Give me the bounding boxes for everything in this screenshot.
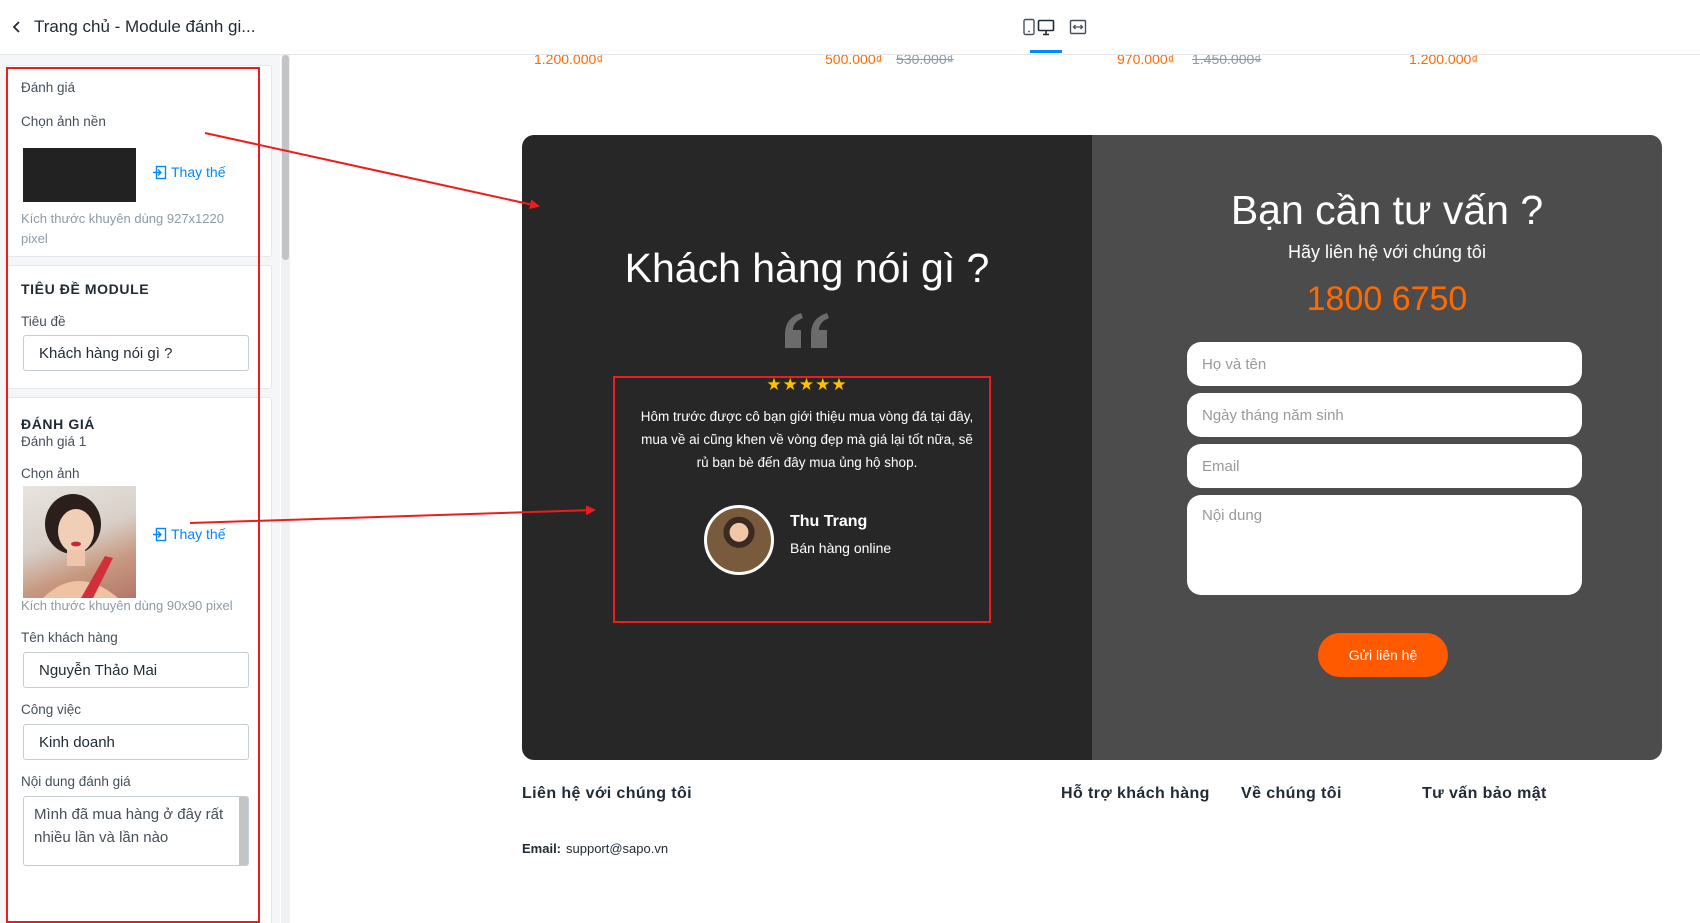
product-price: 500.000₫ (825, 55, 883, 67)
background-thumbnail[interactable] (23, 148, 136, 202)
testimonial-title: Khách hàng nói gì ? (624, 245, 990, 291)
review-card: ĐÁNH GIÁ Đánh giá 1 Chọn ảnh Thay thế Kí… (6, 397, 272, 923)
review-subtitle: Đánh giá 1 (21, 434, 87, 449)
footer-email-link[interactable]: support@sapo.vn (566, 841, 668, 856)
review-content-textarea[interactable]: Mình đã mua hàng ở đây rất nhiều lần và … (23, 796, 249, 866)
desktop-view-button[interactable] (1033, 14, 1059, 40)
review-heading: ĐÁNH GIÁ (21, 416, 96, 432)
module-title-card: TIÊU ĐỀ MODULE Tiêu đề Khách hàng nói gì… (6, 265, 272, 389)
hotline-number: 1800 6750 (1306, 280, 1468, 318)
customer-photo-icon (43, 494, 118, 598)
panel-scrollbar[interactable] (281, 55, 290, 923)
panel-scrollbar-thumb[interactable] (282, 55, 289, 260)
contact-section: Bạn cần tư vấn ? Hãy liên hệ với chúng t… (1092, 135, 1662, 760)
footer-contact-heading: Liên hệ với chúng tôi (522, 785, 693, 802)
review-content-label: Nội dung đánh giá (21, 774, 131, 789)
desktop-icon (1037, 19, 1055, 35)
testimonial-section: Khách hàng nói gì ? ★★★★★ Hôm trước được… (522, 135, 1092, 760)
contact-title: Bạn cần tư vấn ? (1230, 187, 1544, 233)
editor-panel: Trang chủ - Module đánh gi... Đánh giá C… (0, 0, 291, 923)
product-price: 1.200.000₫ (534, 55, 604, 67)
expand-width-icon (1069, 19, 1087, 35)
title-input[interactable]: Khách hàng nói gì ? (23, 335, 249, 371)
email-input[interactable]: Email (1187, 444, 1582, 488)
device-toolbar (290, 0, 1700, 55)
footer-email-label: Email: (522, 841, 562, 856)
job-input[interactable]: Kinh doanh (23, 724, 249, 760)
section-label: Đánh giá (21, 80, 76, 95)
back-button[interactable] (6, 16, 28, 38)
customer-job: Bán hàng online (790, 540, 892, 556)
customer-name: Thu Trang (790, 513, 868, 530)
background-card: Đánh giá Chọn ảnh nền Thay thế Kích thướ… (6, 65, 272, 257)
panel-title: Trang chủ - Module đánh gi... (34, 17, 256, 36)
customer-photo-thumbnail[interactable] (23, 486, 136, 598)
panel-header: Trang chủ - Module đánh gi... (0, 0, 290, 55)
dob-input[interactable]: Ngày tháng năm sinh (1187, 393, 1582, 437)
photo-size-hint: Kích thước khuyên dùng 90x90 pixel (21, 598, 233, 613)
quote-icon (785, 313, 829, 348)
fullscreen-view-button[interactable] (1065, 14, 1091, 40)
customer-name-input[interactable]: Nguyễn Thảo Mai (23, 652, 249, 688)
replace-icon (153, 165, 167, 179)
replace-photo-button[interactable]: Thay thế (152, 526, 225, 542)
title-field-label: Tiêu đề (21, 314, 66, 329)
background-size-hint: Kích thước khuyên dùng 927x1220 pixel (21, 211, 224, 246)
footer-privacy-heading: Tư vấn bảo mật (1422, 785, 1547, 802)
replace-background-button[interactable]: Thay thế (152, 164, 225, 180)
testimonial-module: Khách hàng nói gì ? ★★★★★ Hôm trước được… (522, 135, 1662, 760)
image-label: Chọn ảnh (21, 466, 80, 481)
textarea-scrollbar[interactable] (239, 797, 248, 865)
background-label: Chọn ảnh nền (21, 114, 106, 129)
review-item: ★★★★★ Hôm trước được cô bạn giới thiệu m… (612, 375, 1002, 620)
active-device-indicator (1030, 50, 1062, 53)
product-price: 970.000₫ (1117, 55, 1175, 67)
replace-icon (153, 527, 167, 541)
review-text: Hôm trước được cô bạn giới thiệu mua vòn… (640, 409, 974, 470)
contact-subtitle: Hãy liên hệ với chúng tôi (1288, 242, 1486, 262)
product-old-price: 530.000₫ (896, 55, 954, 67)
review-content-value: Mình đã mua hàng ở đây rất nhiều lần và … (34, 806, 224, 846)
name-input[interactable]: Họ và tên (1187, 342, 1582, 386)
preview-canvas: 1.200.000₫ 500.000₫ 530.000₫ 970.000₫ 1.… (290, 55, 1700, 923)
replace-label: Thay thế (171, 164, 226, 180)
message-textarea[interactable]: Nội dung (1187, 495, 1582, 595)
footer-about-heading: Về chúng tôi (1241, 785, 1342, 802)
replace-label: Thay thế (171, 526, 226, 542)
product-old-price: 1.450.000₫ (1192, 55, 1262, 67)
submit-contact-button[interactable]: Gửi liên hệ (1318, 633, 1448, 677)
customer-name-label: Tên khách hàng (21, 630, 118, 645)
chevron-left-icon (12, 21, 20, 33)
job-label: Công việc (21, 702, 82, 717)
customer-avatar (704, 505, 774, 575)
product-price: 1.200.000₫ (1409, 55, 1479, 67)
module-title-heading: TIÊU ĐỀ MODULE (21, 281, 150, 297)
footer-support-heading: Hỗ trợ khách hàng (1061, 785, 1210, 802)
rating-stars: ★★★★★ (766, 375, 848, 394)
panel-scroll-area[interactable]: Đánh giá Chọn ảnh nền Thay thế Kích thướ… (0, 55, 280, 923)
